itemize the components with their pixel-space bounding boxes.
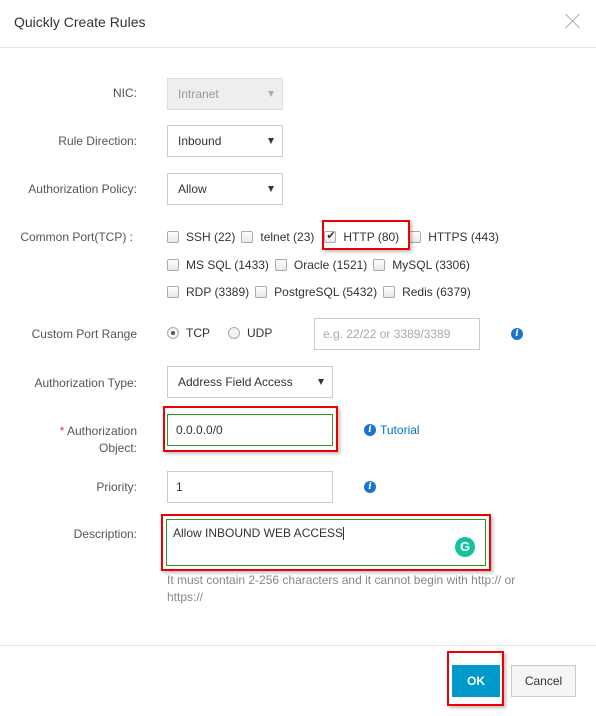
info-icon[interactable]: i [511, 328, 523, 340]
common-port-row-2: MS SQL (1433) Oracle (1521) MySQL (3306) [167, 255, 476, 275]
dialog-footer [0, 645, 596, 716]
checkbox-icon[interactable] [167, 231, 179, 243]
port-checkbox-rdp[interactable]: RDP (3389) [167, 285, 249, 299]
authorization-type-select[interactable]: Address Field Access [167, 366, 333, 398]
protocol-radio-tcp[interactable]: TCP [167, 326, 210, 340]
cancel-button[interactable]: Cancel [511, 665, 576, 697]
ok-button[interactable]: OK [452, 665, 500, 697]
radio-selected-icon[interactable] [167, 327, 179, 339]
port-checkbox-ssh[interactable]: SSH (22) [167, 230, 235, 244]
chevron-down-icon [268, 186, 274, 192]
description-textarea[interactable]: Allow INBOUND WEB ACCESS G [166, 519, 486, 566]
rule-direction-label: Rule Direction: [58, 134, 137, 148]
common-port-label: Common Port(TCP) : [20, 230, 133, 244]
checkbox-icon[interactable] [409, 231, 422, 243]
nic-select: Intranet [167, 78, 283, 110]
port-checkbox-postgresql[interactable]: PostgreSQL (5432) [255, 285, 377, 299]
checkbox-icon[interactable] [274, 259, 287, 271]
checkbox-icon[interactable] [167, 259, 179, 271]
required-marker: * [59, 424, 65, 438]
authorization-object-label: * Authorization Object: [59, 424, 137, 455]
dialog-header: Quickly Create Rules [0, 0, 596, 48]
tutorial-link[interactable]: Tutorial [380, 423, 420, 437]
text-caret [343, 527, 345, 541]
checkbox-icon[interactable] [241, 231, 254, 243]
port-checkbox-telnet[interactable]: telnet (23) [241, 230, 314, 244]
authorization-type-label: Authorization Type: [34, 376, 137, 390]
authorization-type-value: Address Field Access [178, 375, 293, 389]
checkbox-icon[interactable] [383, 286, 396, 298]
description-value: Allow INBOUND WEB ACCESS [173, 526, 344, 540]
description-help-text: It must contain 2-256 characters and it … [167, 573, 516, 604]
custom-port-range-label: Custom Port Range [31, 327, 137, 341]
authorization-object-input[interactable]: 0.0.0.0/0 [167, 414, 333, 446]
protocol-radio-group: TCP UDP [167, 326, 290, 340]
grammarly-icon[interactable]: G [455, 537, 475, 557]
description-label: Description: [73, 527, 137, 541]
priority-input[interactable]: 1 [167, 471, 333, 503]
custom-port-range-input[interactable]: e.g. 22/22 or 3389/3389 [314, 318, 480, 350]
common-port-row-3: RDP (3389) PostgreSQL (5432) Redis (6379… [167, 282, 477, 302]
common-port-row-1: SSH (22) telnet (23) HTTP (80) HTTPS (44… [167, 227, 505, 247]
checkbox-checked-icon[interactable] [324, 229, 337, 243]
chevron-down-icon [318, 379, 324, 385]
rule-direction-select[interactable]: Inbound [167, 125, 283, 157]
rule-direction-value: Inbound [178, 134, 222, 148]
checkbox-icon[interactable] [255, 286, 268, 298]
nic-value: Intranet [178, 87, 219, 101]
port-checkbox-mysql[interactable]: MySQL (3306) [373, 258, 470, 272]
authorization-policy-select[interactable]: Allow [167, 173, 283, 205]
port-checkbox-mssql[interactable]: MS SQL (1433) [167, 258, 269, 272]
close-icon[interactable] [564, 12, 582, 30]
nic-label: NIC: [113, 86, 137, 100]
checkbox-icon[interactable] [373, 259, 386, 271]
priority-label: Priority: [96, 480, 137, 494]
checkbox-icon[interactable] [167, 286, 179, 298]
info-icon[interactable]: i [364, 424, 376, 436]
authorization-policy-value: Allow [178, 182, 207, 196]
port-checkbox-https[interactable]: HTTPS (443) [409, 230, 499, 244]
protocol-radio-udp[interactable]: UDP [228, 326, 272, 340]
chevron-down-icon [268, 91, 274, 97]
info-icon[interactable]: i [364, 481, 376, 493]
dialog-title: Quickly Create Rules [14, 14, 146, 30]
port-checkbox-http[interactable]: HTTP (80) [324, 229, 399, 244]
radio-icon[interactable] [228, 327, 240, 339]
authorization-policy-label: Authorization Policy: [28, 182, 137, 196]
chevron-down-icon [268, 138, 274, 144]
port-checkbox-oracle[interactable]: Oracle (1521) [274, 258, 367, 272]
port-checkbox-redis[interactable]: Redis (6379) [383, 285, 471, 299]
